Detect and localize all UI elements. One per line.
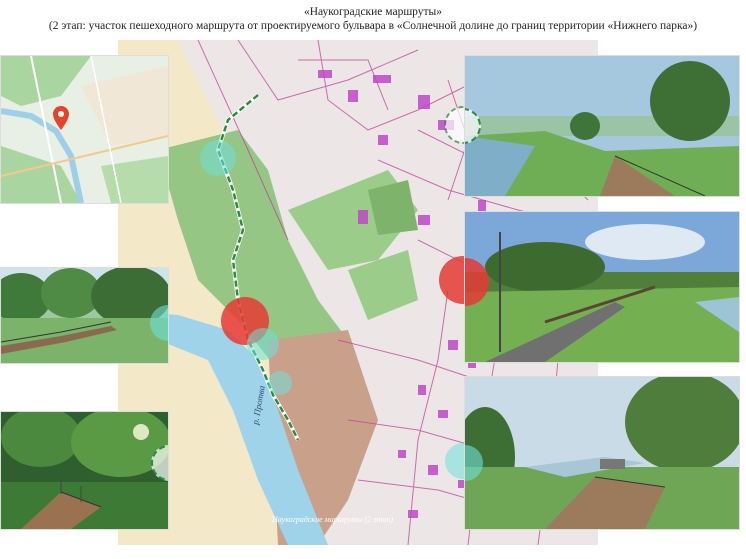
render-photo-left-1 bbox=[0, 267, 169, 364]
map-pin-icon bbox=[53, 106, 69, 130]
marker-cyan-2 bbox=[247, 328, 279, 360]
marker-cyan-1 bbox=[200, 140, 236, 176]
render-photo-right-2 bbox=[464, 211, 740, 363]
render-photo-left-2 bbox=[0, 411, 169, 530]
page-title: «Наукоградские маршруты» bbox=[303, 6, 443, 18]
locator-map[interactable] bbox=[0, 55, 169, 204]
marker-cyan-3 bbox=[268, 371, 292, 395]
page-subtitle: (2 этап: участок пешеходного маршрута от… bbox=[48, 20, 698, 32]
render-photo-right-1 bbox=[464, 55, 740, 197]
render-photo-right-3 bbox=[464, 376, 740, 530]
map-caption: Наукоградские маршруты (2 этап) bbox=[272, 515, 394, 524]
